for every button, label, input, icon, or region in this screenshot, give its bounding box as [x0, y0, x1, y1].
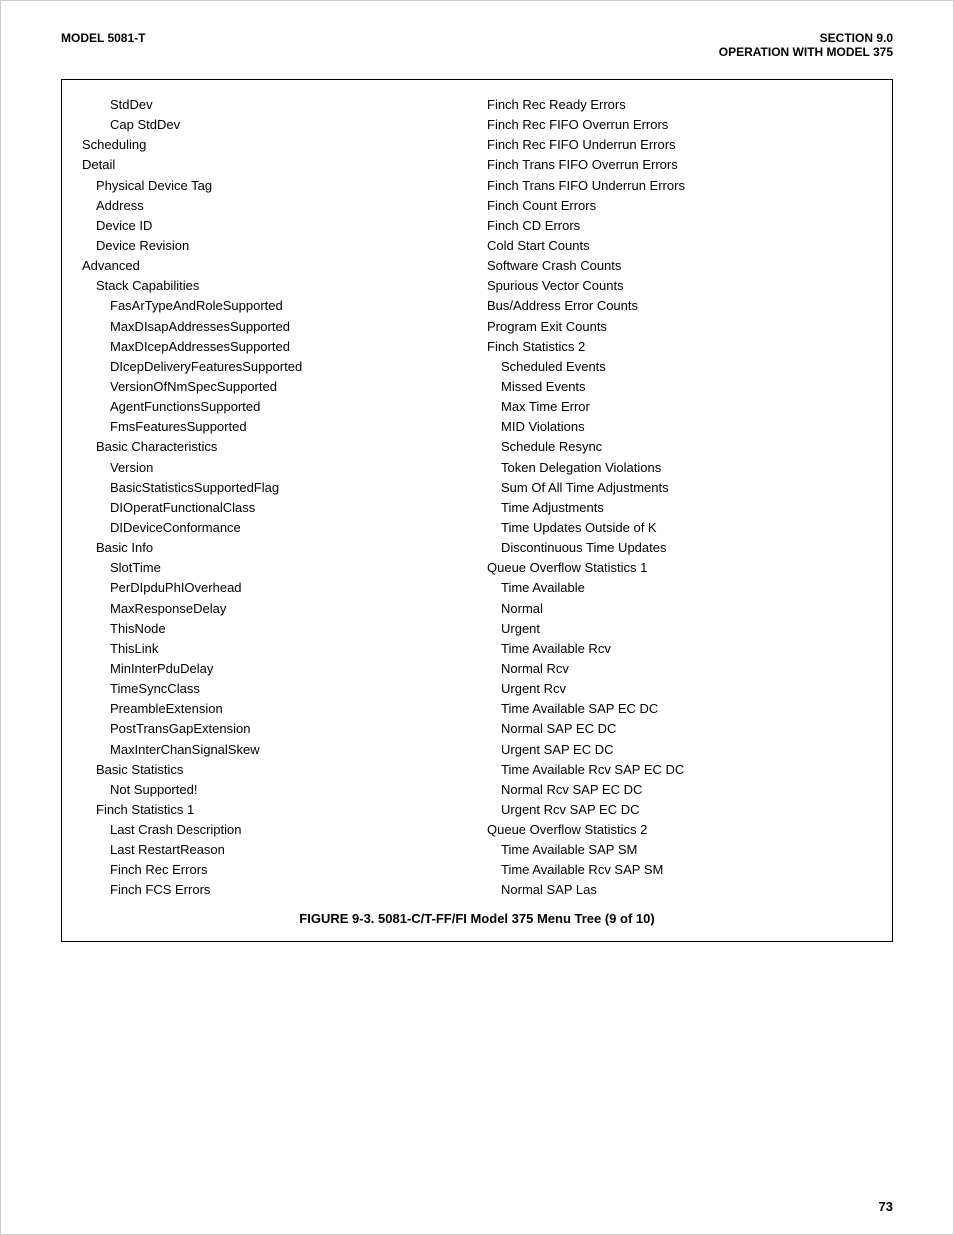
menu-tree-columns: StdDevCap StdDevSchedulingDetailPhysical…	[82, 95, 872, 901]
right-column: Finch Rec Ready ErrorsFinch Rec FIFO Ove…	[477, 95, 872, 901]
left-menu-item: AgentFunctionsSupported	[82, 397, 467, 417]
left-menu-item: MaxDIsapAddressesSupported	[82, 317, 467, 337]
right-menu-item: Finch Rec Ready Errors	[487, 95, 872, 115]
right-menu-item: Time Adjustments	[487, 498, 872, 518]
right-menu-item: Time Available Rcv	[487, 639, 872, 659]
right-menu-item: Normal SAP Las	[487, 880, 872, 900]
right-menu-item: Finch Count Errors	[487, 196, 872, 216]
left-menu-item: FmsFeaturesSupported	[82, 417, 467, 437]
right-menu-item: Queue Overflow Statistics 2	[487, 820, 872, 840]
left-menu-item: MaxInterChanSignalSkew	[82, 740, 467, 760]
content-box: StdDevCap StdDevSchedulingDetailPhysical…	[61, 79, 893, 942]
right-menu-item: Urgent Rcv	[487, 679, 872, 699]
right-menu-item: Urgent Rcv SAP EC DC	[487, 800, 872, 820]
left-menu-item: Basic Statistics	[82, 760, 467, 780]
left-menu-item: MinInterPduDelay	[82, 659, 467, 679]
right-menu-item: Time Available Rcv SAP SM	[487, 860, 872, 880]
right-menu-item: Program Exit Counts	[487, 317, 872, 337]
page-header: MODEL 5081-T SECTION 9.0 OPERATION WITH …	[61, 31, 893, 59]
right-menu-item: Time Available SAP EC DC	[487, 699, 872, 719]
right-menu-item: Bus/Address Error Counts	[487, 296, 872, 316]
right-menu-item: Finch Statistics 2	[487, 337, 872, 357]
page: MODEL 5081-T SECTION 9.0 OPERATION WITH …	[0, 0, 954, 1235]
right-menu-item: Urgent	[487, 619, 872, 639]
left-menu-item: PostTransGapExtension	[82, 719, 467, 739]
left-menu-item: Advanced	[82, 256, 467, 276]
left-menu-item: DIOperatFunctionalClass	[82, 498, 467, 518]
right-menu-item: Time Available	[487, 578, 872, 598]
left-menu-item: PerDIpduPhIOverhead	[82, 578, 467, 598]
left-menu-item: MaxResponseDelay	[82, 599, 467, 619]
right-menu-item: Scheduled Events	[487, 357, 872, 377]
right-menu-item: Normal	[487, 599, 872, 619]
right-menu-item: Normal SAP EC DC	[487, 719, 872, 739]
page-number: 73	[879, 1199, 893, 1214]
right-menu-item: Finch Trans FIFO Overrun Errors	[487, 155, 872, 175]
left-menu-item: Finch FCS Errors	[82, 880, 467, 900]
right-menu-item: Max Time Error	[487, 397, 872, 417]
left-menu-item: Detail	[82, 155, 467, 175]
left-menu-item: FasArTypeAndRoleSupported	[82, 296, 467, 316]
left-menu-item: VersionOfNmSpecSupported	[82, 377, 467, 397]
right-menu-item: Schedule Resync	[487, 437, 872, 457]
right-menu-item: Finch Rec FIFO Overrun Errors	[487, 115, 872, 135]
left-menu-item: MaxDIcepAddressesSupported	[82, 337, 467, 357]
left-menu-item: Not Supported!	[82, 780, 467, 800]
left-menu-item: Finch Rec Errors	[82, 860, 467, 880]
left-menu-item: Basic Info	[82, 538, 467, 558]
left-menu-item: Stack Capabilities	[82, 276, 467, 296]
right-menu-item: Queue Overflow Statistics 1	[487, 558, 872, 578]
left-menu-item: DIDeviceConformance	[82, 518, 467, 538]
left-menu-item: BasicStatisticsSupportedFlag	[82, 478, 467, 498]
right-menu-item: Finch CD Errors	[487, 216, 872, 236]
left-menu-item: DIcepDeliveryFeaturesSupported	[82, 357, 467, 377]
right-menu-item: Spurious Vector Counts	[487, 276, 872, 296]
right-menu-item: Time Updates Outside of K	[487, 518, 872, 538]
right-menu-item: Sum Of All Time Adjustments	[487, 478, 872, 498]
left-menu-item: Cap StdDev	[82, 115, 467, 135]
header-model: MODEL 5081-T	[61, 31, 145, 45]
left-menu-item: Version	[82, 458, 467, 478]
right-menu-item: Missed Events	[487, 377, 872, 397]
left-menu-item: Basic Characteristics	[82, 437, 467, 457]
right-menu-item: Finch Trans FIFO Underrun Errors	[487, 176, 872, 196]
left-menu-item: SlotTime	[82, 558, 467, 578]
left-menu-item: Address	[82, 196, 467, 216]
right-menu-item: Discontinuous Time Updates	[487, 538, 872, 558]
left-menu-item: Finch Statistics 1	[82, 800, 467, 820]
figure-caption: FIGURE 9-3. 5081-C/T-FF/FI Model 375 Men…	[82, 911, 872, 926]
right-menu-item: Normal Rcv SAP EC DC	[487, 780, 872, 800]
left-menu-item: ThisNode	[82, 619, 467, 639]
right-menu-item: Normal Rcv	[487, 659, 872, 679]
right-menu-item: MID Violations	[487, 417, 872, 437]
left-menu-item: ThisLink	[82, 639, 467, 659]
right-menu-item: Urgent SAP EC DC	[487, 740, 872, 760]
left-menu-item: Last RestartReason	[82, 840, 467, 860]
right-menu-item: Time Available SAP SM	[487, 840, 872, 860]
right-menu-item: Time Available Rcv SAP EC DC	[487, 760, 872, 780]
left-menu-item: PreambleExtension	[82, 699, 467, 719]
left-column: StdDevCap StdDevSchedulingDetailPhysical…	[82, 95, 477, 901]
right-menu-item: Finch Rec FIFO Underrun Errors	[487, 135, 872, 155]
right-menu-item: Software Crash Counts	[487, 256, 872, 276]
left-menu-item: StdDev	[82, 95, 467, 115]
left-menu-item: TimeSyncClass	[82, 679, 467, 699]
left-menu-item: Physical Device Tag	[82, 176, 467, 196]
left-menu-item: Last Crash Description	[82, 820, 467, 840]
left-menu-item: Device ID	[82, 216, 467, 236]
left-menu-item: Device Revision	[82, 236, 467, 256]
header-section: SECTION 9.0 OPERATION WITH MODEL 375	[719, 31, 893, 59]
left-menu-item: Scheduling	[82, 135, 467, 155]
right-menu-item: Token Delegation Violations	[487, 458, 872, 478]
right-menu-item: Cold Start Counts	[487, 236, 872, 256]
